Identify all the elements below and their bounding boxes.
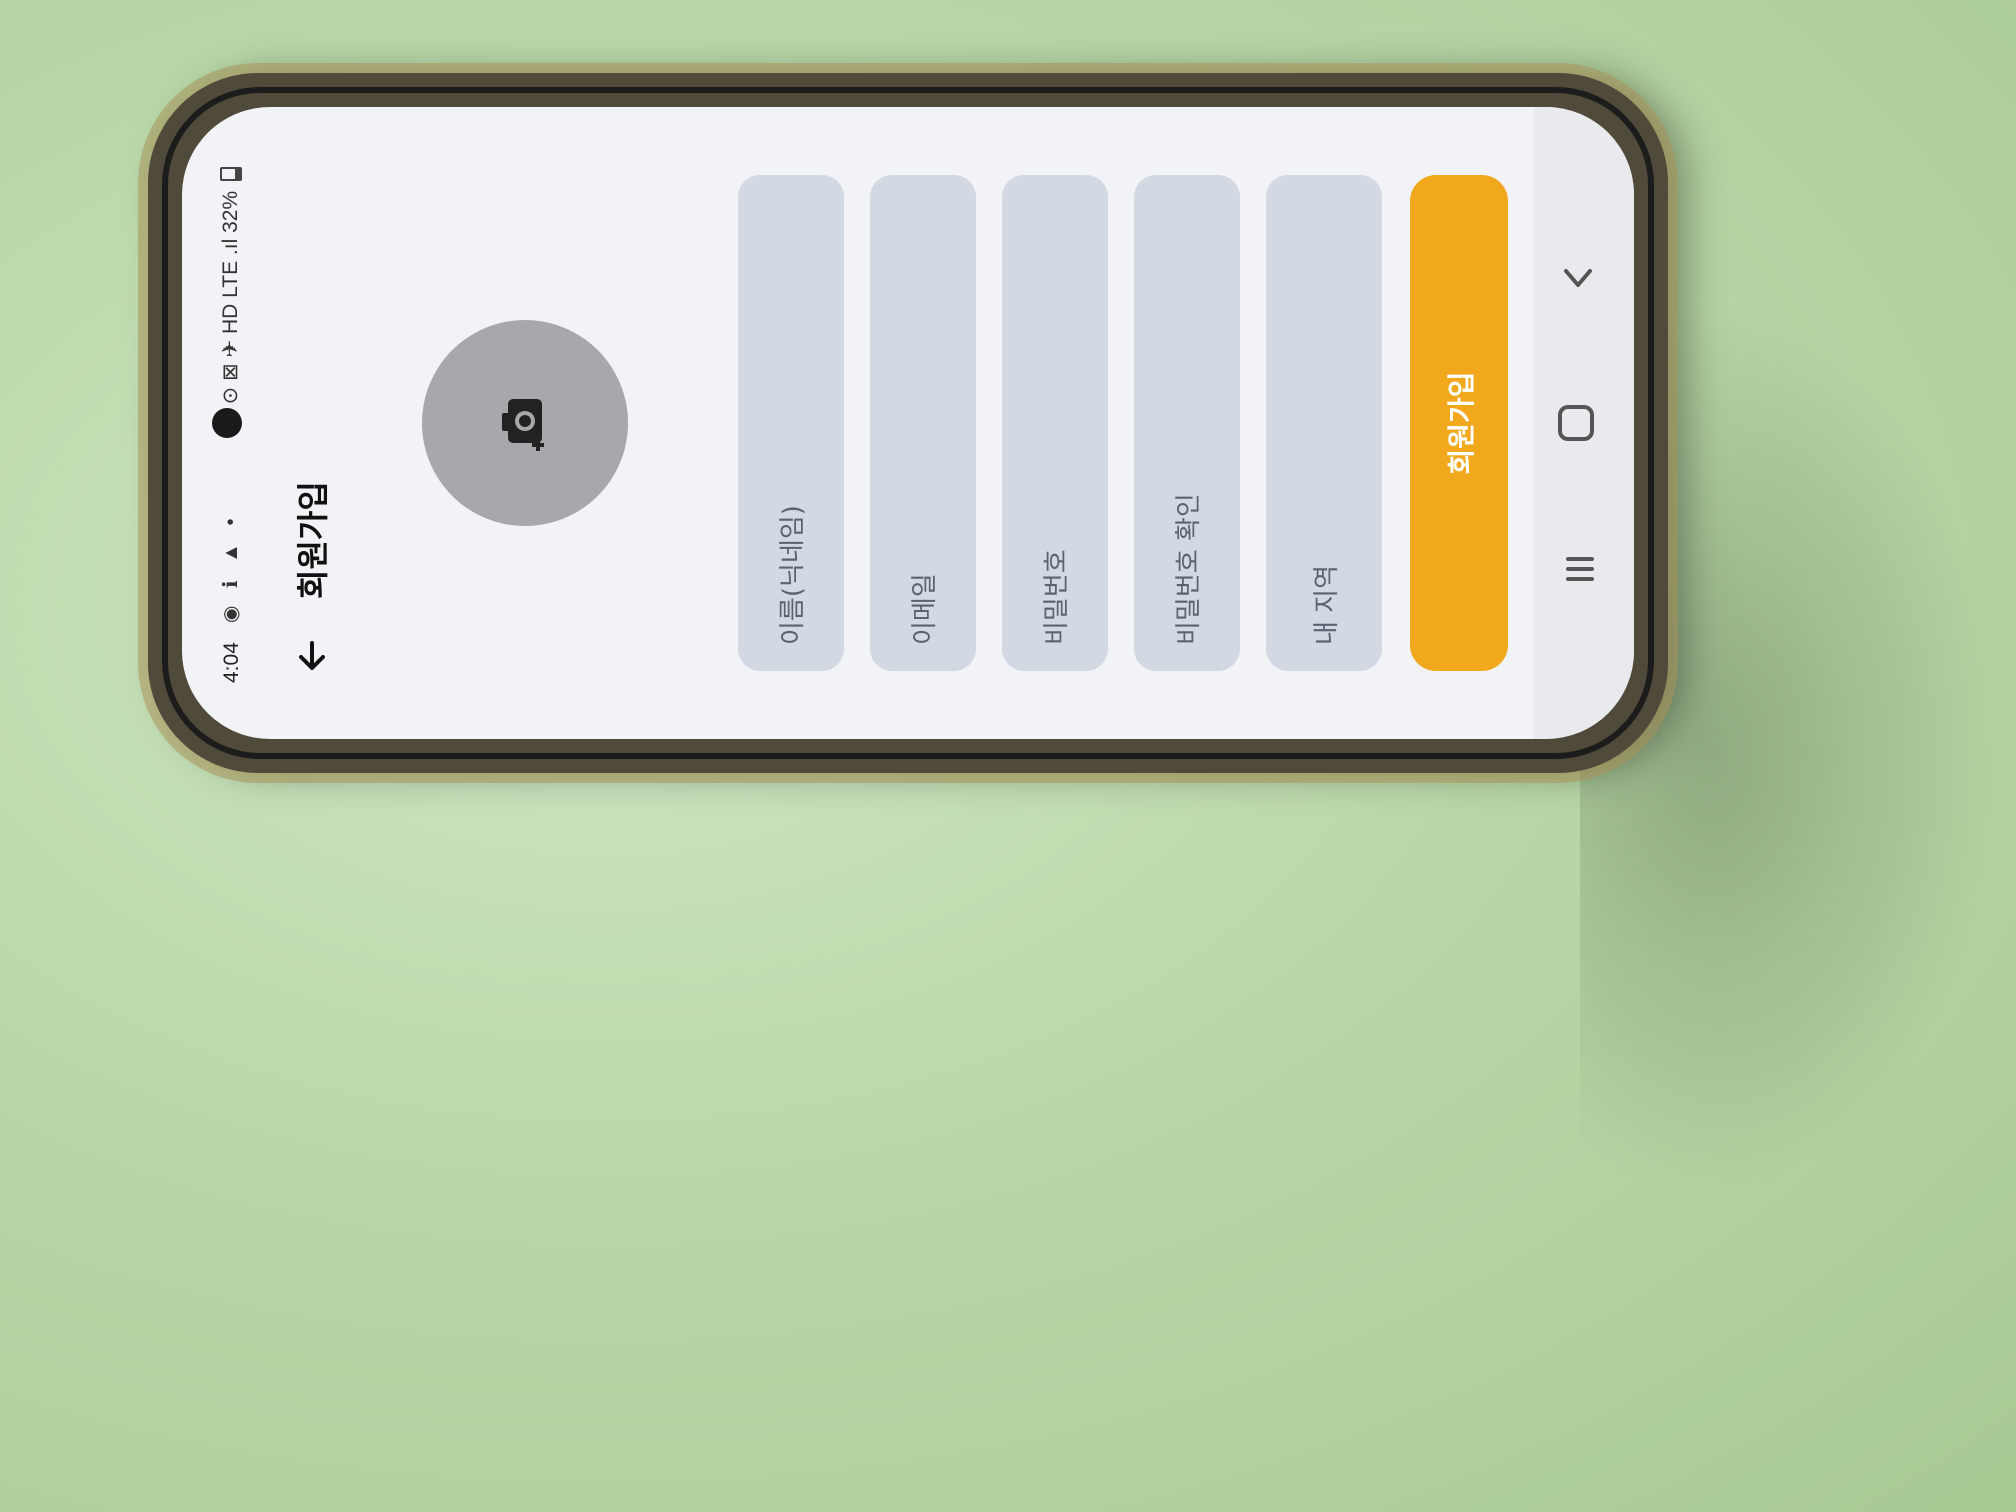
app-bar: 회원가입 bbox=[274, 107, 354, 739]
battery-percent: 32% bbox=[219, 190, 242, 233]
signup-button[interactable]: 회원가입 bbox=[1410, 175, 1508, 671]
name-placeholder: 이름(닉네임) bbox=[778, 505, 808, 645]
notification-icons: ◉ ℹ ▲ • bbox=[220, 512, 242, 623]
region-field[interactable]: 내 지역 bbox=[1266, 175, 1382, 671]
add-photo-camera-icon bbox=[502, 399, 544, 451]
phone-device: 4:04 ◉ ℹ ▲ • ⊙ ⊠ ✈ HD LTE .ıl 32% 회원가입 이… bbox=[148, 73, 1668, 773]
phone-screen: 4:04 ◉ ℹ ▲ • ⊙ ⊠ ✈ HD LTE .ıl 32% 회원가입 이… bbox=[182, 107, 1634, 739]
email-placeholder: 이메일 bbox=[910, 573, 940, 645]
signup-button-label: 회원가입 bbox=[1445, 371, 1478, 475]
front-camera bbox=[212, 408, 242, 438]
region-placeholder: 내 지역 bbox=[1312, 564, 1342, 645]
arrow-left-icon[interactable] bbox=[284, 627, 340, 683]
page-title: 회원가입 bbox=[294, 481, 332, 599]
password-confirm-field[interactable]: 비밀번호 확인 bbox=[1134, 175, 1240, 671]
name-field[interactable]: 이름(닉네임) bbox=[738, 175, 844, 671]
recent-apps-icon[interactable] bbox=[1560, 549, 1600, 589]
home-icon[interactable] bbox=[1558, 405, 1594, 441]
profile-photo-button[interactable] bbox=[422, 320, 628, 526]
status-time: 4:04 bbox=[220, 642, 243, 683]
password-placeholder: 비밀번호 bbox=[1042, 549, 1072, 645]
battery-icon bbox=[220, 167, 243, 181]
system-nav-bar bbox=[1534, 107, 1634, 739]
status-bar: 4:04 ◉ ℹ ▲ • ⊙ ⊠ ✈ HD LTE .ıl 32% bbox=[182, 107, 262, 739]
chevron-back-icon[interactable] bbox=[1558, 257, 1598, 297]
password-confirm-placeholder: 비밀번호 확인 bbox=[1174, 493, 1204, 645]
password-field[interactable]: 비밀번호 bbox=[1002, 175, 1108, 671]
signal-icons: ⊙ ⊠ ✈ HD LTE .ıl bbox=[219, 238, 242, 405]
email-field[interactable]: 이메일 bbox=[870, 175, 976, 671]
status-right-group: ⊙ ⊠ ✈ HD LTE .ıl 32% bbox=[218, 167, 243, 404]
